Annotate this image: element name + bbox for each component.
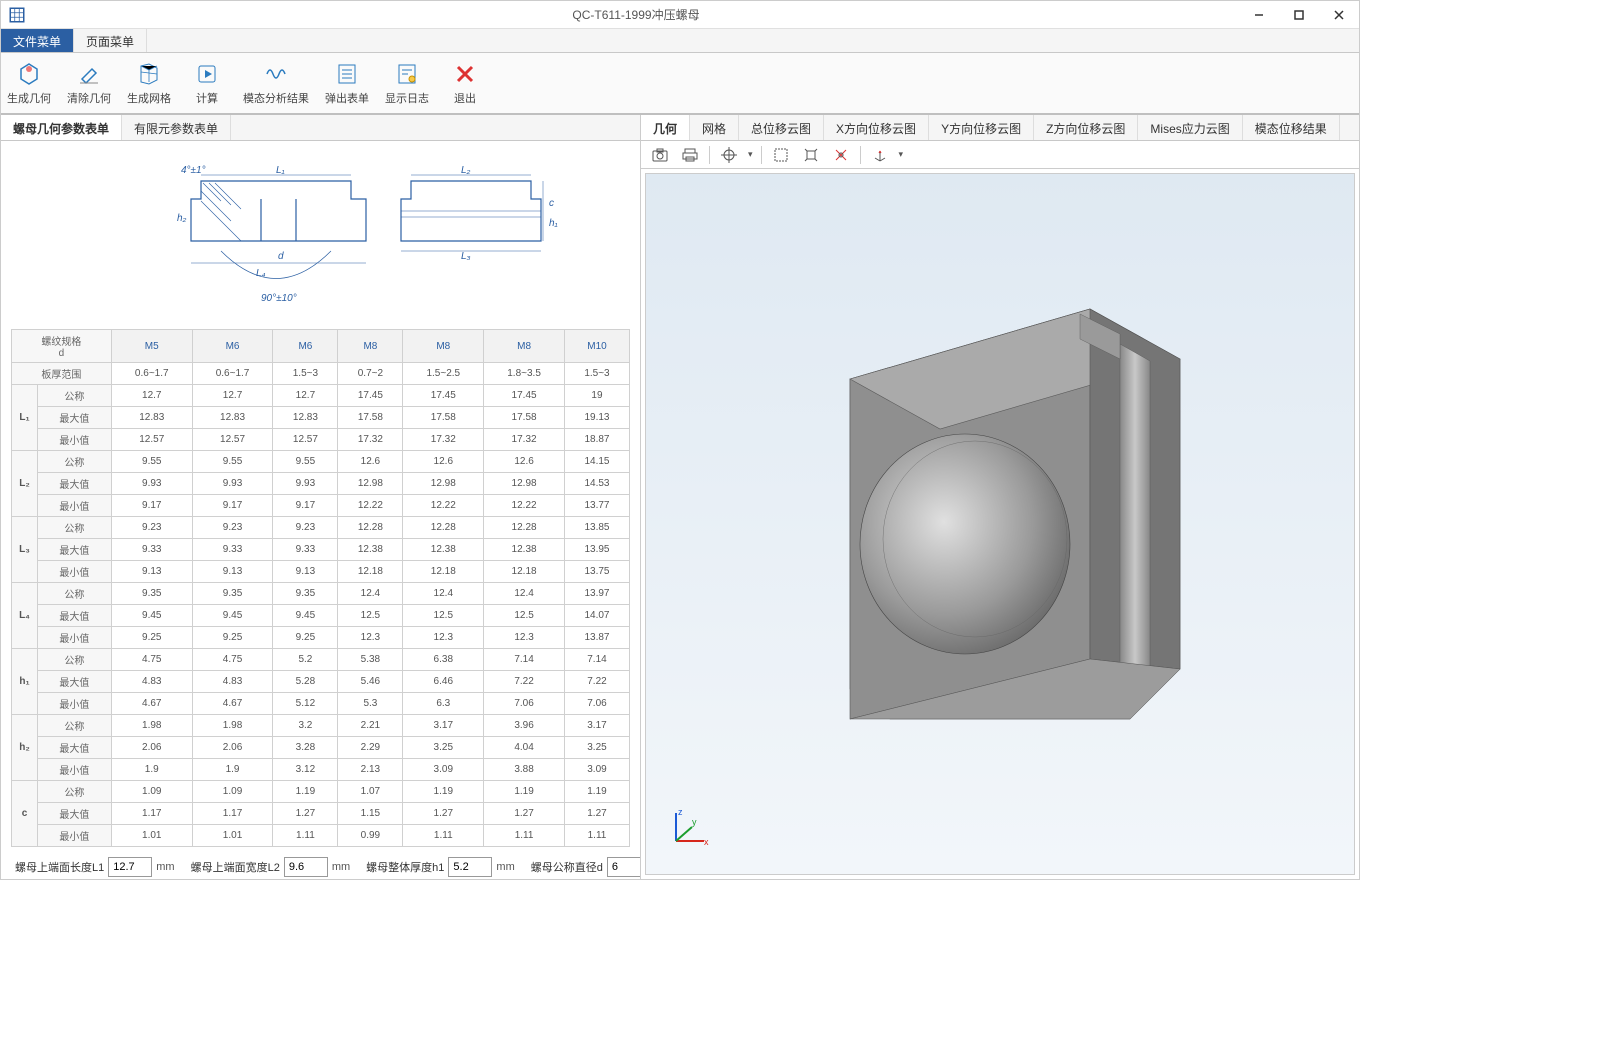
maximize-button[interactable] (1279, 1, 1319, 29)
gen-mesh-icon (135, 60, 163, 88)
zoom-fit-icon[interactable] (800, 144, 822, 166)
menu-file[interactable]: 文件菜单 (1, 29, 74, 52)
select-box-icon[interactable] (770, 144, 792, 166)
right-tab-7[interactable]: 模态位移结果 (1243, 115, 1340, 140)
ribbon-calc[interactable]: 计算 (187, 60, 227, 106)
right-tab-3[interactable]: X方向位移云图 (824, 115, 929, 140)
viewport-toolbar: ▾ ▾ (641, 141, 1359, 169)
3d-viewport[interactable]: z x y (645, 173, 1355, 875)
right-tab-4[interactable]: Y方向位移云图 (929, 115, 1034, 140)
svg-text:h₁: h₁ (549, 218, 558, 229)
svg-text:4°±1°: 4°±1° (181, 165, 206, 176)
ribbon-gen-mesh[interactable]: 生成网格 (127, 60, 171, 106)
right-tab-5[interactable]: Z方向位移云图 (1034, 115, 1138, 140)
menubar: 文件菜单 页面菜单 (1, 29, 1359, 53)
axes-triad-icon: z x y (666, 805, 712, 854)
ribbon-clear-geom[interactable]: 清除几何 (67, 60, 111, 106)
window-title: QC-T611-1999冲压螺母 (33, 6, 1239, 23)
svg-text:L₂: L₂ (461, 165, 471, 176)
svg-text:90°±10°: 90°±10° (261, 293, 297, 304)
target-icon[interactable] (718, 144, 740, 166)
param-d-input[interactable] (607, 857, 640, 877)
close-button[interactable] (1319, 1, 1359, 29)
svg-text:h₂: h₂ (177, 213, 187, 224)
modal-icon (262, 60, 290, 88)
param-L1-input[interactable] (108, 857, 152, 877)
app-logo-icon (5, 3, 29, 27)
ribbon-modal[interactable]: 模态分析结果 (243, 60, 309, 106)
svg-text:z: z (678, 807, 683, 817)
clear-geom-icon (75, 60, 103, 88)
left-tab-0[interactable]: 螺母几何参数表单 (1, 115, 122, 140)
exit-icon (451, 60, 479, 88)
right-tab-1[interactable]: 网格 (690, 115, 739, 140)
calc-icon (193, 60, 221, 88)
menu-page[interactable]: 页面菜单 (74, 29, 147, 52)
param-L1: 螺母上端面长度L1mm (15, 857, 175, 879)
svg-text:L₁: L₁ (276, 165, 285, 176)
minimize-button[interactable] (1239, 1, 1279, 29)
svg-text:c: c (549, 198, 554, 209)
titlebar: QC-T611-1999冲压螺母 (1, 1, 1359, 29)
right-tab-0[interactable]: 几何 (641, 115, 690, 140)
cad-model (646, 174, 1354, 874)
schematic-diagram: 4°±1° L₁ h₂ d L₄ 90°±10° L₂ (11, 151, 630, 321)
app-window: QC-T611-1999冲压螺母 文件菜单 页面菜单 生成几何清除几何生成网格计… (0, 0, 1360, 880)
right-panel: 几何网格总位移云图X方向位移云图Y方向位移云图Z方向位移云图Mises应力云图模… (641, 115, 1359, 879)
parameter-grid: 螺母上端面长度L1mm螺母上端面宽度L2mm螺母整体厚度h1mm螺母公称直径dm… (11, 847, 630, 879)
param-L2-input[interactable] (284, 857, 328, 877)
screenshot-icon[interactable] (649, 144, 671, 166)
right-tabs: 几何网格总位移云图X方向位移云图Y方向位移云图Z方向位移云图Mises应力云图模… (641, 115, 1359, 141)
svg-text:y: y (692, 817, 697, 827)
left-tab-1[interactable]: 有限元参数表单 (122, 115, 231, 140)
log-icon (393, 60, 421, 88)
spec-table: 螺纹规格dM5M6M6M8M8M8M10板厚范围0.6~1.70.6~1.71.… (11, 329, 630, 847)
param-h1-input[interactable] (448, 857, 492, 877)
popform-icon (333, 60, 361, 88)
ribbon-exit[interactable]: 退出 (445, 60, 485, 106)
ribbon: 生成几何清除几何生成网格计算模态分析结果弹出表单显示日志退出 (1, 53, 1359, 115)
param-L2: 螺母上端面宽度L2mm (191, 857, 351, 879)
svg-text:d: d (278, 251, 284, 262)
crosshair-icon[interactable] (830, 144, 852, 166)
ribbon-gen-geom[interactable]: 生成几何 (7, 60, 51, 106)
gen-geom-icon (15, 60, 43, 88)
left-tabs: 螺母几何参数表单有限元参数表单 (1, 115, 640, 141)
ribbon-log[interactable]: 显示日志 (385, 60, 429, 106)
ribbon-popform[interactable]: 弹出表单 (325, 60, 369, 106)
right-tab-6[interactable]: Mises应力云图 (1138, 115, 1242, 140)
svg-text:x: x (704, 837, 709, 847)
print-icon[interactable] (679, 144, 701, 166)
param-d: 螺母公称直径dmm (531, 857, 640, 879)
axis-orient-icon[interactable] (869, 144, 891, 166)
left-panel: 螺母几何参数表单有限元参数表单 4°±1° L₁ (1, 115, 641, 879)
param-h1: 螺母整体厚度h1mm (366, 857, 515, 879)
right-tab-2[interactable]: 总位移云图 (739, 115, 824, 140)
svg-text:L₃: L₃ (461, 251, 471, 262)
